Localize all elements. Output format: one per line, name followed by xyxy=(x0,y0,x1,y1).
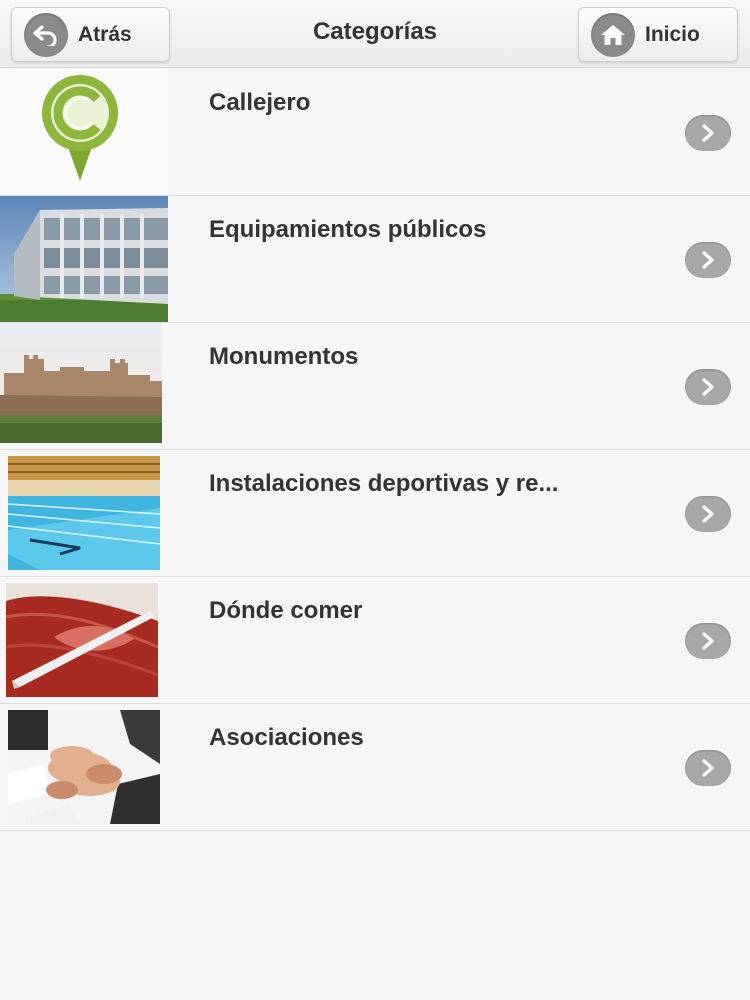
home-button[interactable]: Inicio xyxy=(578,7,738,62)
swimming-pool-photo xyxy=(0,450,168,576)
category-label: Asociaciones xyxy=(209,724,364,751)
category-item-asociaciones[interactable]: Asociaciones xyxy=(0,704,750,831)
chevron-right-icon[interactable] xyxy=(685,623,731,659)
category-item-instalaciones-deportivas[interactable]: Instalaciones deportivas y re... xyxy=(0,450,750,577)
home-icon xyxy=(591,12,635,57)
category-label: Instalaciones deportivas y re... xyxy=(209,470,559,497)
home-button-label: Inicio xyxy=(645,22,700,46)
chevron-right-icon[interactable] xyxy=(685,369,731,405)
back-arrow-icon xyxy=(24,12,68,57)
category-list: Callejero Equipamientos públicos Monumen… xyxy=(0,69,750,831)
castle-photo xyxy=(0,323,168,449)
chevron-right-icon[interactable] xyxy=(685,242,731,278)
category-item-callejero[interactable]: Callejero xyxy=(0,69,750,196)
category-item-monumentos[interactable]: Monumentos xyxy=(0,323,750,450)
category-label: Equipamientos públicos xyxy=(209,216,487,243)
category-label: Callejero xyxy=(209,89,311,116)
category-label: Dónde comer xyxy=(209,597,363,624)
category-label: Monumentos xyxy=(209,343,359,370)
category-item-donde-comer[interactable]: Dónde comer xyxy=(0,577,750,704)
top-bar: Atrás Categorías Inicio xyxy=(0,0,750,68)
back-button-label: Atrás xyxy=(78,22,132,46)
back-button[interactable]: Atrás xyxy=(11,7,170,62)
chevron-right-icon[interactable] xyxy=(685,496,731,532)
chevron-right-icon[interactable] xyxy=(685,750,731,786)
callejero-logo-icon xyxy=(0,69,168,195)
ham-photo xyxy=(0,577,168,703)
category-item-equipamientos[interactable]: Equipamientos públicos xyxy=(0,196,750,323)
chevron-right-icon[interactable] xyxy=(685,115,731,151)
joined-hands-photo xyxy=(0,704,168,830)
public-building-photo xyxy=(0,196,168,322)
